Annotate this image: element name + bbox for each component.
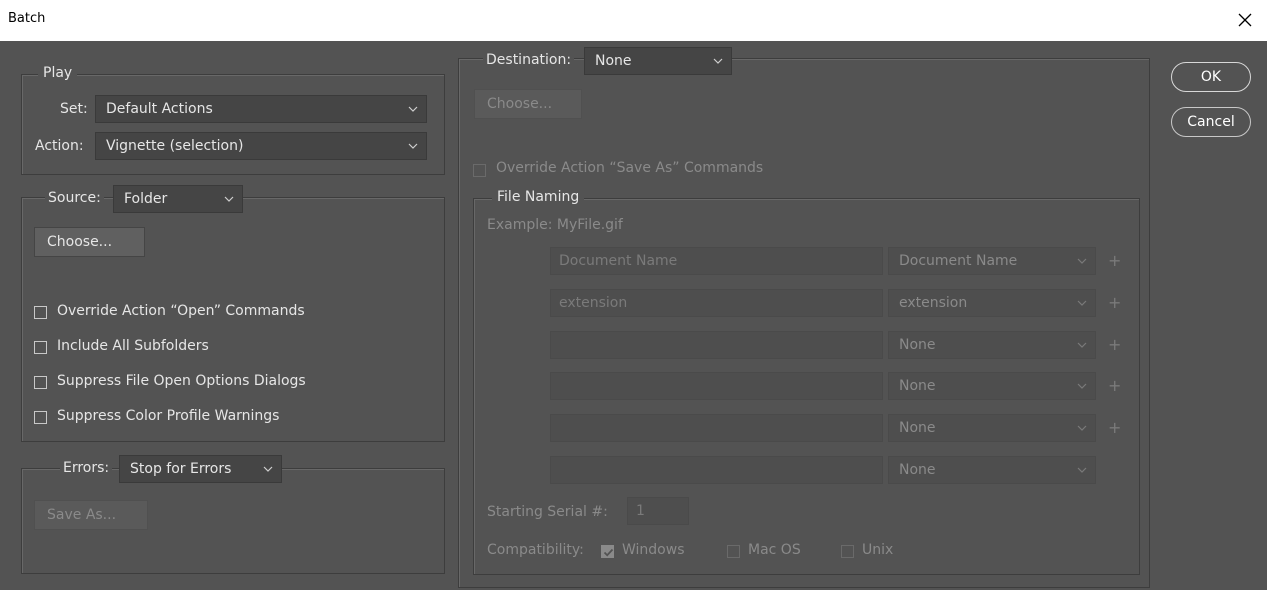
- naming-select[interactable]: None: [888, 331, 1096, 359]
- naming-select-value: None: [899, 378, 936, 394]
- naming-select[interactable]: None: [888, 414, 1096, 442]
- source-select[interactable]: Folder: [113, 185, 243, 213]
- play-legend: Play: [38, 65, 78, 81]
- errors-value: Stop for Errors: [130, 461, 232, 477]
- suppress-color-profile-checkbox[interactable]: [34, 411, 47, 424]
- dialog-body: Play Set: Default Actions Action: Vignet…: [0, 41, 1267, 590]
- window-title: Batch: [8, 11, 46, 26]
- errors-save-as-button[interactable]: Save As...: [34, 500, 148, 530]
- suppress-file-open-checkbox[interactable]: [34, 376, 47, 389]
- chevron-down-icon: [1077, 457, 1087, 483]
- windows-label[interactable]: Windows: [622, 542, 685, 558]
- ok-button[interactable]: OK: [1171, 62, 1251, 92]
- set-label: Set:: [60, 101, 88, 117]
- title-bar: Batch: [0, 0, 1267, 41]
- naming-select-value: None: [899, 420, 936, 436]
- add-naming-icon[interactable]: +: [1108, 418, 1121, 437]
- naming-field[interactable]: [550, 331, 883, 359]
- source-choose-button[interactable]: Choose...: [34, 227, 145, 257]
- chevron-down-icon: [713, 48, 723, 74]
- suppress-color-profile-label[interactable]: Suppress Color Profile Warnings: [57, 408, 279, 424]
- override-save-as-checkbox[interactable]: [473, 164, 486, 177]
- naming-select-value: None: [899, 462, 936, 478]
- file-naming-legend: File Naming: [492, 189, 585, 205]
- naming-field[interactable]: [550, 414, 883, 442]
- serial-label: Starting Serial #:: [487, 504, 608, 520]
- unix-label[interactable]: Unix: [862, 542, 893, 558]
- set-value: Default Actions: [106, 101, 213, 117]
- naming-field[interactable]: extension: [550, 289, 883, 317]
- destination-select[interactable]: None: [584, 47, 732, 75]
- naming-select[interactable]: extension: [888, 289, 1096, 317]
- destination-value: None: [595, 53, 632, 69]
- naming-select[interactable]: None: [888, 456, 1096, 484]
- errors-select[interactable]: Stop for Errors: [119, 455, 282, 483]
- destination-choose-button[interactable]: Choose...: [474, 89, 582, 119]
- source-label: Source:: [45, 190, 104, 206]
- destination-label: Destination:: [483, 52, 575, 68]
- naming-select[interactable]: None: [888, 372, 1096, 400]
- chevron-down-icon: [1077, 373, 1087, 399]
- add-naming-icon[interactable]: +: [1108, 376, 1121, 395]
- add-naming-icon[interactable]: +: [1108, 251, 1121, 270]
- file-naming-example: Example: MyFile.gif: [487, 217, 623, 233]
- naming-select-value: extension: [899, 295, 968, 311]
- check-icon: [603, 548, 614, 557]
- action-label: Action:: [35, 138, 84, 154]
- serial-input[interactable]: 1: [627, 497, 689, 525]
- unix-checkbox[interactable]: [841, 545, 854, 558]
- compat-label: Compatibility:: [487, 542, 584, 558]
- chevron-down-icon: [1077, 290, 1087, 316]
- override-save-as-label[interactable]: Override Action “Save As” Commands: [496, 160, 763, 176]
- close-icon[interactable]: [1233, 6, 1257, 34]
- chevron-down-icon: [408, 133, 418, 159]
- chevron-down-icon: [224, 186, 234, 212]
- chevron-down-icon: [1077, 248, 1087, 274]
- include-subfolders-label[interactable]: Include All Subfolders: [57, 338, 209, 354]
- chevron-down-icon: [263, 456, 273, 482]
- cancel-button[interactable]: Cancel: [1171, 107, 1251, 137]
- naming-field[interactable]: [550, 456, 883, 484]
- naming-field[interactable]: Document Name: [550, 247, 883, 275]
- chevron-down-icon: [1077, 332, 1087, 358]
- windows-checkbox[interactable]: [601, 545, 614, 558]
- naming-select[interactable]: Document Name: [888, 247, 1096, 275]
- mac-os-label[interactable]: Mac OS: [748, 542, 801, 558]
- naming-select-value: None: [899, 337, 936, 353]
- source-value: Folder: [124, 191, 168, 207]
- naming-field[interactable]: [550, 372, 883, 400]
- override-open-label[interactable]: Override Action “Open” Commands: [57, 303, 305, 319]
- action-value: Vignette (selection): [106, 138, 244, 154]
- set-select[interactable]: Default Actions: [95, 95, 427, 123]
- action-select[interactable]: Vignette (selection): [95, 132, 427, 160]
- suppress-file-open-label[interactable]: Suppress File Open Options Dialogs: [57, 373, 306, 389]
- include-subfolders-checkbox[interactable]: [34, 341, 47, 354]
- naming-select-value: Document Name: [899, 253, 1018, 269]
- add-naming-icon[interactable]: +: [1108, 293, 1121, 312]
- chevron-down-icon: [408, 96, 418, 122]
- chevron-down-icon: [1077, 415, 1087, 441]
- errors-label: Errors:: [60, 460, 113, 476]
- mac-os-checkbox[interactable]: [727, 545, 740, 558]
- override-open-checkbox[interactable]: [34, 306, 47, 319]
- add-naming-icon[interactable]: +: [1108, 335, 1121, 354]
